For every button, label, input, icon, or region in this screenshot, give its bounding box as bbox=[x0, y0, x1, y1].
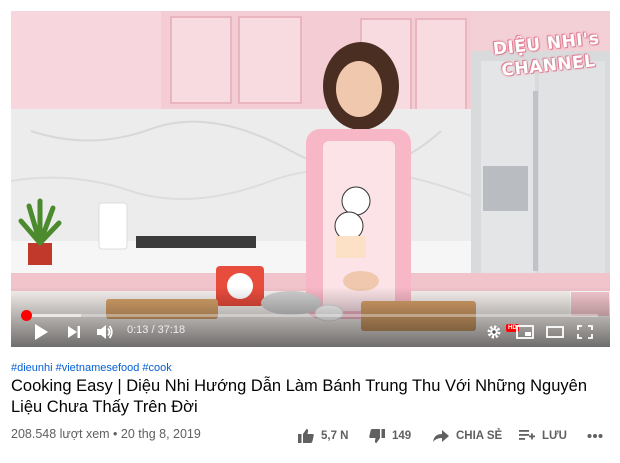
share-icon bbox=[433, 430, 449, 442]
dislike-count: 149 bbox=[392, 430, 412, 442]
mute-button[interactable] bbox=[96, 322, 114, 342]
like-count: 5,7 N bbox=[321, 430, 349, 442]
dislike-button[interactable]: 149 bbox=[368, 427, 411, 445]
theater-mode-button[interactable] bbox=[546, 322, 564, 342]
share-button[interactable]: CHIA SẺ bbox=[432, 427, 502, 445]
hashtag-link[interactable]: #cook bbox=[142, 362, 171, 374]
hashtag-link[interactable]: #vietnamesefood bbox=[56, 362, 140, 374]
playlist-add-icon bbox=[519, 430, 535, 440]
hashtags: #dieunhi #vietnamesefood #cook bbox=[11, 362, 175, 374]
next-icon bbox=[68, 326, 80, 338]
fullscreen-button[interactable] bbox=[577, 322, 593, 342]
play-icon bbox=[35, 324, 48, 340]
video-title: Cooking Easy | Diệu Nhi Hướng Dẫn Làm Bá… bbox=[11, 377, 588, 416]
theater-icon bbox=[546, 326, 564, 338]
time-display: 0:13 / 37:18 bbox=[127, 324, 185, 336]
miniplayer-icon bbox=[516, 325, 534, 339]
meta-separator: • bbox=[109, 427, 121, 441]
hashtag-link[interactable]: #dieunhi bbox=[11, 362, 53, 374]
miniplayer-button[interactable] bbox=[516, 322, 534, 342]
time-current: 0:13 bbox=[127, 324, 149, 336]
play-button[interactable] bbox=[33, 322, 49, 342]
view-count: 208.548 lượt xem bbox=[11, 427, 110, 441]
video-meta: 208.548 lượt xem • 20 thg 8, 2019 bbox=[11, 427, 201, 441]
thumbs-up-icon bbox=[298, 429, 314, 443]
settings-button[interactable] bbox=[486, 322, 502, 342]
fullscreen-icon bbox=[577, 325, 593, 339]
upload-date: 20 thg 8, 2019 bbox=[120, 427, 201, 441]
time-separator: / bbox=[148, 324, 158, 336]
share-label: CHIA SẺ bbox=[456, 430, 503, 442]
gear-icon bbox=[487, 325, 501, 339]
save-button[interactable]: LƯU bbox=[518, 427, 567, 445]
time-total: 37:18 bbox=[157, 324, 186, 336]
more-icon bbox=[587, 434, 603, 438]
next-button[interactable] bbox=[67, 322, 81, 342]
volume-icon bbox=[97, 325, 113, 339]
progress-bar[interactable] bbox=[21, 310, 598, 321]
like-button[interactable]: 5,7 N bbox=[297, 427, 349, 445]
video-player[interactable]: DIỆU NHI's CHANNEL 0:13 / 37:18 HD bbox=[11, 11, 610, 347]
more-actions-button[interactable] bbox=[587, 427, 603, 445]
save-label: LƯU bbox=[542, 430, 567, 442]
thumbs-down-icon bbox=[369, 429, 385, 443]
